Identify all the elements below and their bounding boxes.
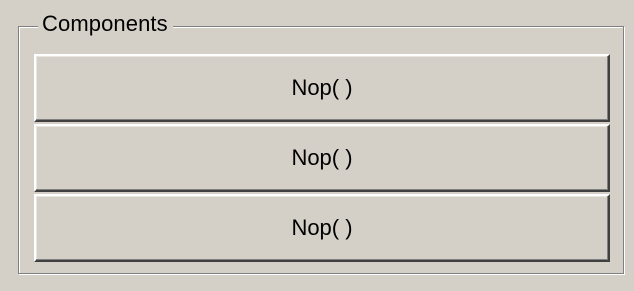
components-button-list: Nop( ) Nop( ) Nop( ) bbox=[34, 54, 610, 264]
components-panel: Components Nop( ) Nop( ) Nop( ) bbox=[0, 0, 634, 291]
nop-button-3[interactable]: Nop( ) bbox=[34, 194, 610, 262]
components-group-title: Components bbox=[38, 10, 173, 38]
nop-button-1[interactable]: Nop( ) bbox=[34, 54, 610, 122]
nop-button-2[interactable]: Nop( ) bbox=[34, 124, 610, 192]
